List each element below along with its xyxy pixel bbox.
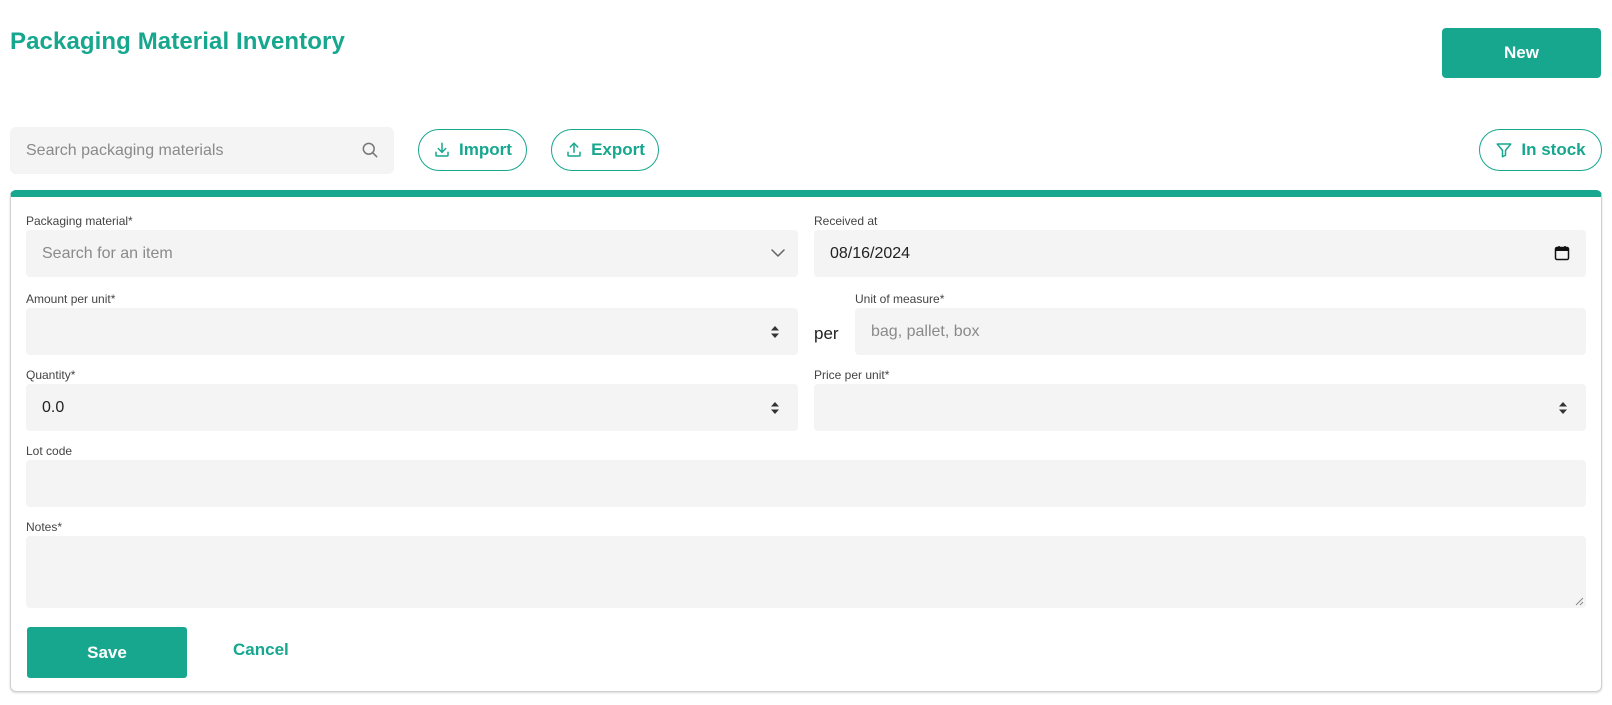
received-at-label: Received at (814, 214, 878, 228)
per-text: per (814, 324, 839, 343)
search-icon[interactable] (360, 140, 380, 160)
packaging-material-label: Packaging material* (26, 214, 133, 228)
packaging-material-placeholder: Search for an item (42, 244, 173, 262)
notes-label: Notes* (26, 520, 63, 534)
cancel-button[interactable]: Cancel (233, 635, 289, 665)
export-label: Export (591, 140, 645, 159)
received-at-value: 08/16/2024 (830, 244, 911, 262)
lot-code-input[interactable] (26, 460, 1586, 507)
save-button[interactable]: Save (27, 627, 187, 678)
lot-code-label: Lot code (26, 444, 73, 458)
spinner-arrows-icon[interactable] (770, 324, 780, 340)
resize-handle-icon[interactable] (1574, 596, 1584, 606)
price-per-unit-label: Price per unit* (814, 368, 890, 382)
download-icon (435, 142, 449, 157)
received-at-date-field[interactable]: 08/16/2024 (814, 230, 1586, 277)
notes-textarea[interactable] (26, 536, 1586, 608)
unit-of-measure-label: Unit of measure* (855, 292, 945, 306)
spinner-arrows-icon[interactable] (770, 400, 780, 416)
inventory-form-card: Packaging material* Search for an item R… (10, 190, 1602, 692)
page-title: Packaging Material Inventory (10, 28, 345, 55)
chevron-down-icon[interactable] (770, 245, 786, 261)
in-stock-filter-button[interactable]: In stock (1479, 129, 1602, 171)
quantity-input[interactable]: 0.0 (26, 384, 798, 431)
amount-per-unit-input[interactable] (26, 308, 798, 355)
filter-icon (1496, 143, 1512, 158)
import-label: Import (459, 140, 512, 159)
in-stock-label: In stock (1521, 140, 1586, 159)
upload-icon (567, 142, 581, 157)
new-button[interactable]: New (1442, 28, 1601, 78)
spinner-arrows-icon[interactable] (1558, 400, 1568, 416)
quantity-label: Quantity* (26, 368, 76, 382)
search-box[interactable] (10, 127, 394, 174)
unit-of-measure-input[interactable]: bag, pallet, box (855, 308, 1586, 355)
packaging-material-select[interactable]: Search for an item (26, 230, 798, 277)
price-per-unit-input[interactable] (814, 384, 1586, 431)
unit-of-measure-placeholder: bag, pallet, box (871, 322, 980, 340)
search-input[interactable] (10, 127, 394, 174)
import-button[interactable]: Import (418, 129, 527, 171)
calendar-icon[interactable] (1554, 245, 1570, 261)
amount-per-unit-label: Amount per unit* (26, 292, 116, 306)
export-button[interactable]: Export (551, 129, 659, 171)
quantity-value: 0.0 (42, 398, 65, 416)
